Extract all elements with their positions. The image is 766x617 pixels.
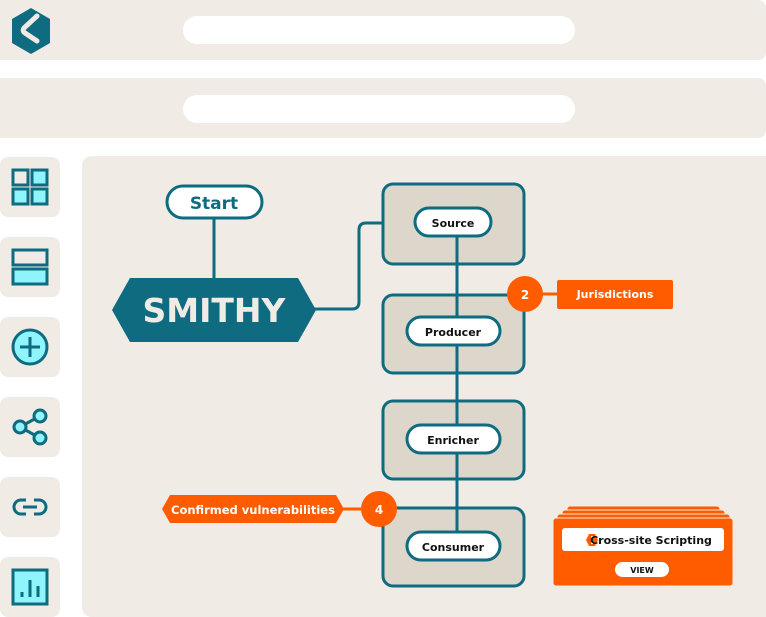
finding-title: Cross-site Scripting — [590, 534, 712, 547]
stage-label: Enricher — [427, 434, 479, 447]
start-node[interactable]: Start — [165, 184, 264, 220]
jurisdictions-callout[interactable]: Jurisdictions — [557, 280, 673, 309]
jurisdictions-label: Jurisdictions — [576, 288, 654, 301]
stage-enricher[interactable]: Enricher — [405, 423, 502, 455]
view-finding-button[interactable]: VIEW — [615, 562, 669, 577]
vulnerabilities-count: 4 — [375, 503, 383, 517]
stage-consumer[interactable]: Consumer — [405, 530, 502, 562]
stage-producer[interactable]: Producer — [405, 315, 502, 347]
jurisdictions-count: 2 — [521, 288, 529, 302]
vulnerabilities-label: Confirmed vulnerabilities — [171, 503, 335, 517]
stage-source[interactable]: Source — [413, 206, 493, 238]
vulnerabilities-callout[interactable]: Confirmed vulnerabilities — [162, 495, 344, 523]
view-button-label: VIEW — [630, 566, 654, 575]
start-label: Start — [190, 194, 238, 214]
stage-label: Producer — [425, 326, 482, 339]
smithy-node[interactable]: SMITHY — [112, 278, 316, 342]
smithy-label: SMITHY — [143, 291, 287, 330]
finding-card-stack[interactable]: Cross-site Scripting VIEW — [552, 505, 734, 587]
pipeline-diagram: Start SMITHY Source Producer Enricher Co… — [112, 182, 734, 588]
stage-label: Consumer — [422, 541, 485, 554]
stage-label: Source — [432, 217, 475, 230]
